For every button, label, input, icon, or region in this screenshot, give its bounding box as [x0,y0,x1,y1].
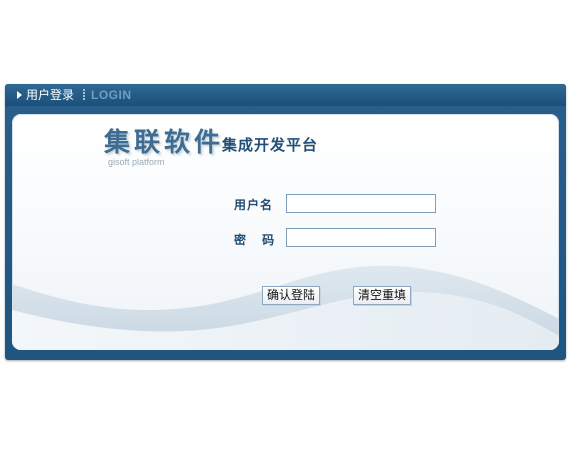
brand-name: 集联软件 [104,128,225,158]
username-label: 用户名 [234,198,274,212]
login-panel: 集联软件 集成开发平台 gisoft platform 用户名 密 码 确认登陆… [12,114,559,350]
reset-button[interactable]: 清空重填 [353,286,412,305]
password-input[interactable] [286,228,436,247]
login-window: 用户登录 LOGIN 集联软件 集成开发平台 gisoft platform 用… [5,84,566,360]
username-input[interactable] [286,194,436,213]
window-subtitle: LOGIN [91,88,132,102]
triangle-right-icon [17,91,22,99]
brand-english: gisoft platform [108,157,165,167]
confirm-login-button[interactable]: 确认登陆 [262,286,321,305]
title-separator [83,89,85,101]
window-titlebar: 用户登录 LOGIN [5,84,566,106]
window-title: 用户登录 [26,88,75,102]
password-label: 密 码 [234,233,281,247]
brand-tagline: 集成开发平台 [222,136,319,154]
